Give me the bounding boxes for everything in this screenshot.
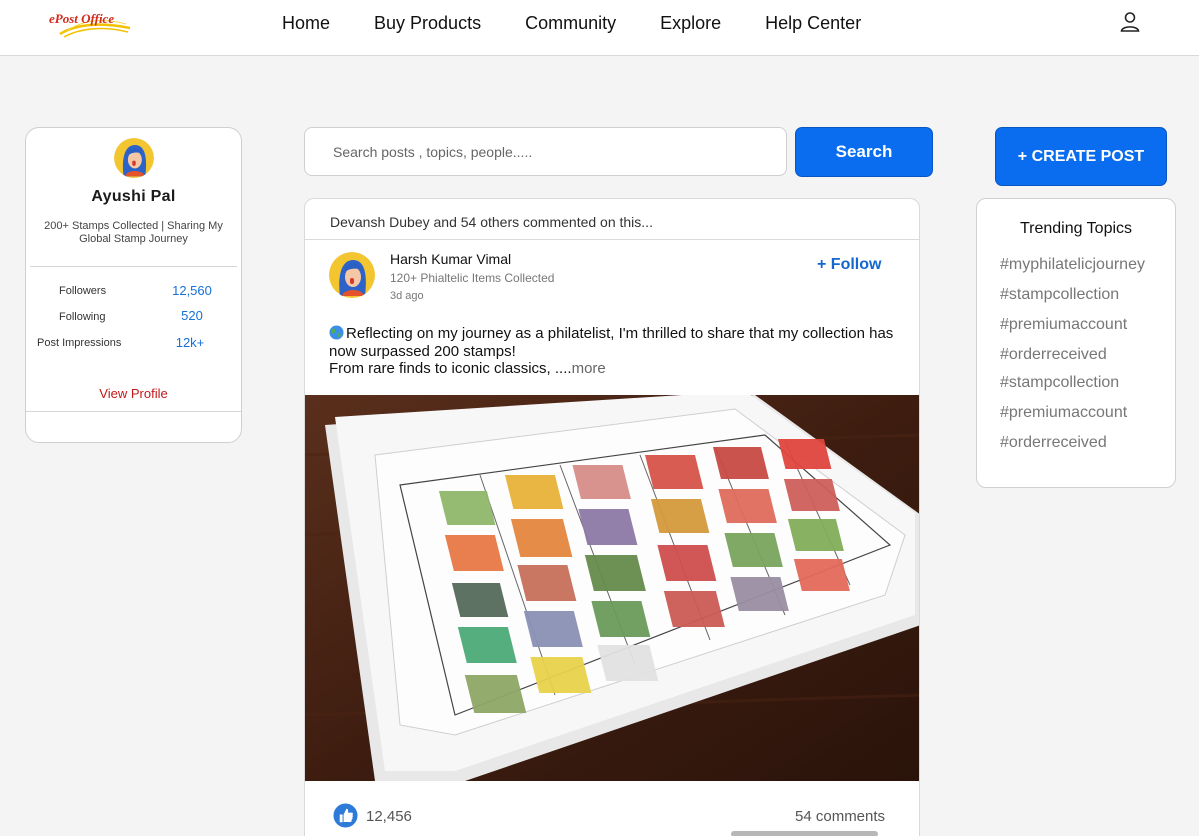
profile-divider-bottom [26, 411, 241, 412]
stat-value: 12k+ [175, 335, 205, 350]
trending-topic[interactable]: #stampcollection [1000, 286, 1119, 304]
stat-following[interactable]: Following 520 [26, 308, 241, 324]
profile-bio: 200+ Stamps Collected | Sharing My Globa… [44, 220, 223, 245]
profile-divider-top [30, 266, 237, 267]
stat-label: Following [59, 311, 106, 323]
post-body: Reflecting on my journey as a philatelis… [329, 325, 899, 378]
post-author-name[interactable]: Harsh Kumar Vimal [390, 251, 511, 267]
nav-explore[interactable]: Explore [660, 12, 721, 36]
nav-home[interactable]: Home [282, 12, 330, 36]
like-count[interactable]: 12,456 [366, 808, 412, 825]
globe-icon [329, 325, 344, 340]
trending-topic[interactable]: #myphilatelicjourney [1000, 256, 1145, 274]
main-nav: Home Buy Products Community Explore Help… [282, 12, 861, 36]
scrollbar-thumb[interactable] [731, 831, 878, 836]
nav-buy-products[interactable]: Buy Products [374, 12, 481, 36]
stat-value: 520 [181, 308, 203, 323]
stat-label: Post Impressions [37, 337, 122, 349]
profile-name: Ayushi Pal [91, 188, 176, 205]
search-input[interactable] [304, 127, 787, 176]
trending-topic[interactable]: #premiumaccount [1000, 316, 1127, 334]
stat-value: 12,560 [172, 283, 212, 298]
post-activity-text: Devansh Dubey and 54 others commented on… [330, 214, 653, 230]
post-timestamp: 3d ago [390, 290, 424, 302]
nav-community[interactable]: Community [525, 12, 616, 36]
trending-title: Trending Topics [1019, 220, 1133, 237]
post-divider [305, 239, 919, 240]
trending-topic[interactable]: #premiumaccount [1000, 404, 1127, 422]
follow-button[interactable]: + Follow [817, 256, 881, 274]
stat-followers[interactable]: Followers 12,560 [26, 283, 241, 299]
post-author-subtitle: 120+ Phialtelic Items Collected [390, 271, 555, 285]
post-author-avatar[interactable] [329, 252, 375, 298]
nav-help-center[interactable]: Help Center [765, 12, 861, 36]
profile-card: Ayushi Pal 200+ Stamps Collected | Shari… [25, 127, 242, 443]
create-post-button[interactable]: + CREATE POST [995, 127, 1167, 186]
avatar-illustration [329, 252, 375, 298]
post-text-line-1: Reflecting on my journey as a philatelis… [329, 325, 894, 360]
post-image-stamp-album[interactable] [305, 395, 920, 781]
stat-post-impressions[interactable]: Post Impressions 12k+ [26, 335, 241, 351]
avatar[interactable] [114, 138, 154, 178]
post-text-line-2: From rare finds to iconic classics, .... [329, 360, 572, 377]
more-link[interactable]: more [572, 360, 606, 377]
comments-count[interactable]: 54 comments [795, 808, 885, 825]
user-icon[interactable] [1118, 10, 1142, 34]
epost-logo[interactable]: ePost Office [46, 6, 136, 40]
avatar-illustration [114, 138, 154, 178]
post-card: Devansh Dubey and 54 others commented on… [304, 198, 920, 836]
stat-label: Followers [59, 285, 107, 297]
like-icon[interactable] [333, 803, 358, 828]
trending-topics-card: Trending Topics #myphilatelicjourney #st… [976, 198, 1176, 488]
trending-topic[interactable]: #orderreceived [1000, 434, 1107, 452]
top-navbar: ePost Office Home Buy Products Community… [0, 0, 1199, 56]
view-profile-link[interactable]: View Profile [26, 386, 241, 401]
logo-text: ePost Office [49, 11, 115, 26]
trending-topic[interactable]: #stampcollection [1000, 374, 1119, 392]
trending-topic[interactable]: #orderreceived [1000, 346, 1107, 364]
search-button[interactable]: Search [795, 127, 933, 177]
